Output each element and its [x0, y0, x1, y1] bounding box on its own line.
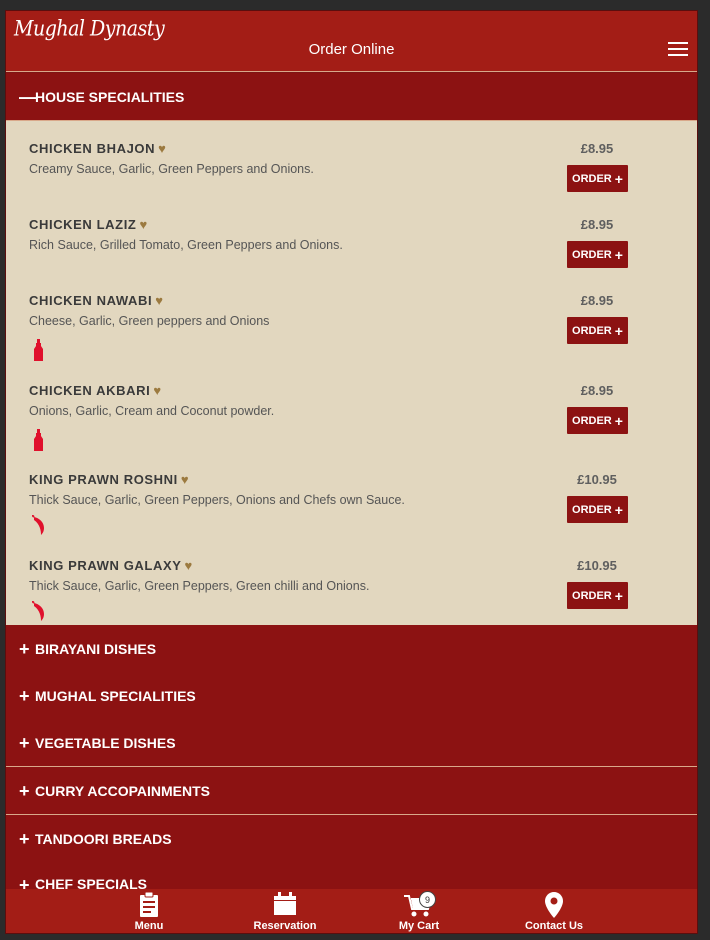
logo[interactable]: Mughal Dynasty [14, 16, 165, 41]
item-price: £8.95 [580, 217, 614, 232]
nav-my-cart[interactable]: 9 My Cart [379, 889, 459, 933]
item-description: Cheese, Garlic, Green peppers and Onions [29, 314, 270, 328]
heart-icon[interactable]: ♥ [184, 558, 192, 573]
item-price: £10.95 [577, 558, 617, 573]
item-description: Creamy Sauce, Garlic, Green Peppers and … [29, 162, 314, 176]
clipboard-icon [140, 892, 158, 917]
item-price: £10.95 [577, 472, 617, 487]
plus-icon: + [614, 322, 623, 339]
plus-icon: + [614, 246, 623, 263]
section-header-mughal-specialities[interactable]: + MUGHAL SPECIALITIES [6, 672, 697, 720]
order-button[interactable]: ORDER + [567, 407, 628, 434]
expand-icon: + [19, 828, 30, 849]
page-title: Order Online [308, 41, 395, 58]
section-header-house-specialities[interactable]: — HOUSE SPECIALITIES [6, 73, 697, 121]
plus-icon: + [614, 501, 623, 518]
heart-icon[interactable]: ♥ [158, 141, 166, 156]
nav-menu[interactable]: Menu [109, 889, 189, 933]
section-header-birayani-dishes[interactable]: + BIRAYANI DISHES [6, 625, 697, 673]
section-header-curry-accopainments[interactable]: + CURRY ACCOPAINMENTS [6, 767, 697, 815]
expand-icon: + [19, 685, 30, 706]
expand-icon: + [19, 780, 30, 801]
hot-sauce-bottle-icon [34, 339, 43, 361]
item-name: KING PRAWN GALAXY ♥ [29, 558, 193, 573]
plus-icon: + [614, 412, 623, 429]
item-price: £8.95 [580, 383, 614, 398]
nav-label: Reservation [253, 920, 317, 932]
plus-icon: + [614, 587, 623, 604]
section-header-vegetable-dishes[interactable]: + VEGETABLE DISHES [6, 719, 697, 767]
order-button[interactable]: ORDER + [567, 241, 628, 268]
chilli-icon [32, 601, 44, 621]
section-header-tandoori-breads[interactable]: + TANDOORI BREADS [6, 815, 697, 863]
nav-reservation[interactable]: Reservation [245, 889, 325, 933]
item-name: CHICKEN AKBARI ♥ [29, 383, 162, 398]
item-name: CHICKEN BHAJON ♥ [29, 141, 167, 156]
section-label: VEGETABLE DISHES [35, 734, 176, 751]
item-description: Thick Sauce, Garlic, Green Peppers, Gree… [29, 579, 370, 593]
nav-label: My Cart [398, 920, 440, 932]
section-label: HOUSE SPECIALITIES [35, 88, 185, 105]
heart-icon[interactable]: ♥ [139, 217, 147, 232]
bottom-nav: Menu Reservation 9 My Cart Contact Us [6, 889, 697, 933]
section-label: TANDOORI BREADS [35, 830, 172, 847]
hamburger-icon[interactable] [668, 42, 688, 56]
heart-icon[interactable]: ♥ [181, 472, 189, 487]
app-frame: Mughal Dynasty Order Online — HOUSE SPEC… [5, 10, 698, 934]
item-description: Onions, Garlic, Cream and Coconut powder… [29, 404, 275, 418]
order-button[interactable]: ORDER + [567, 165, 628, 192]
item-name: KING PRAWN ROSHNI ♥ [29, 472, 190, 487]
section-label: MUGHAL SPECIALITIES [35, 687, 196, 704]
header-bar: Mughal Dynasty Order Online [6, 11, 697, 72]
hot-sauce-bottle-icon [34, 429, 43, 451]
nav-label: Menu [134, 920, 164, 932]
order-button[interactable]: ORDER + [567, 317, 628, 344]
item-description: Thick Sauce, Garlic, Green Peppers, Onio… [29, 493, 405, 507]
collapse-icon: — [19, 86, 37, 107]
item-price: £8.95 [580, 293, 614, 308]
item-price: £8.95 [580, 141, 614, 156]
order-button[interactable]: ORDER + [567, 582, 628, 609]
plus-icon: + [614, 170, 623, 187]
nav-label: Contact Us [524, 920, 584, 932]
heart-icon[interactable]: ♥ [153, 383, 161, 398]
map-pin-icon [545, 892, 563, 918]
section-label: CURRY ACCOPAINMENTS [35, 782, 211, 799]
expand-icon: + [19, 638, 30, 659]
item-name: CHICKEN NAWABI ♥ [29, 293, 164, 308]
chilli-icon [32, 515, 44, 535]
order-button[interactable]: ORDER + [567, 496, 628, 523]
item-name: CHICKEN LAZIZ ♥ [29, 217, 148, 232]
calendar-icon [274, 892, 296, 915]
expand-icon: + [19, 732, 30, 753]
section-label: BIRAYANI DISHES [35, 640, 157, 657]
house-specialities-panel: CHICKEN BHAJON ♥ Creamy Sauce, Garlic, Gr… [6, 121, 697, 625]
item-description: Rich Sauce, Grilled Tomato, Green Pepper… [29, 238, 343, 252]
nav-contact-us[interactable]: Contact Us [514, 889, 594, 933]
cart-count-badge: 9 [419, 891, 436, 908]
heart-icon[interactable]: ♥ [155, 293, 163, 308]
